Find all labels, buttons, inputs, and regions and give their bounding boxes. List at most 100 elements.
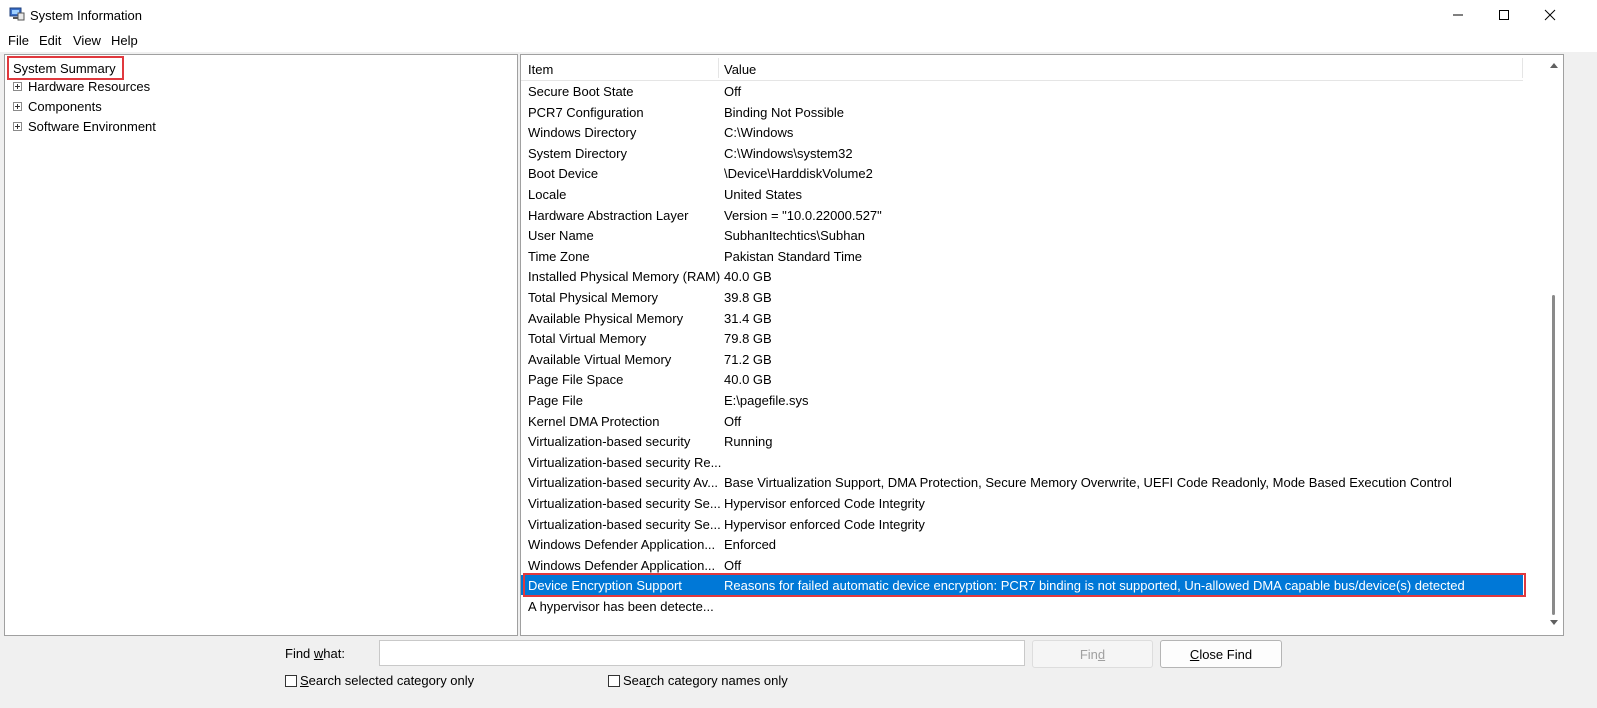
scroll-up-arrow-icon[interactable] <box>1550 63 1558 68</box>
row-item: Page File <box>528 393 583 408</box>
column-header-value[interactable]: Value <box>724 62 756 77</box>
row-value: Binding Not Possible <box>724 104 844 120</box>
minimize-icon <box>1453 14 1463 16</box>
row-value: C:\Windows <box>724 125 794 141</box>
table-row[interactable]: Virtualization-based security Av... Base … <box>521 472 1523 492</box>
tree-item-label: Components <box>28 98 102 114</box>
button-text: Fin <box>1079 646 1098 662</box>
checkbox-box[interactable] <box>285 674 297 687</box>
system-information-app-icon <box>9 7 25 21</box>
row-item: Virtualization-based security Se... <box>528 516 721 532</box>
label-text: Find <box>285 646 314 661</box>
menu-bar: File Edit View Help <box>0 30 1597 52</box>
details-list[interactable]: Item Value Secure Boot State Off PCR7 Con… <box>520 54 1564 636</box>
row-value: C:\Windows\system32 <box>724 145 853 161</box>
find-what-input[interactable] <box>379 640 1025 666</box>
scroll-thumb[interactable] <box>1552 295 1555 615</box>
find-button[interactable]: Fin d <box>1032 640 1153 668</box>
minimize-button[interactable] <box>1435 0 1481 30</box>
list-header: Item Value <box>521 55 1523 81</box>
table-row[interactable]: A hypervisor has been detecte... <box>521 596 1523 616</box>
menu-help[interactable]: Help <box>109 33 140 48</box>
menu-edit[interactable]: Edit <box>37 33 63 48</box>
row-value: 39.8 GB <box>724 290 772 305</box>
table-row[interactable]: Locale United States <box>521 184 1523 204</box>
table-row[interactable]: Kernel DMA Protection Off <box>521 411 1523 431</box>
column-divider[interactable] <box>718 58 719 78</box>
row-item: User Name <box>528 228 594 244</box>
table-row[interactable]: System Directory C:\Windows\system32 <box>521 143 1523 163</box>
row-value: 40.0 GB <box>724 372 772 388</box>
table-row[interactable]: Windows Defender Application... Off <box>521 555 1523 575</box>
close-find-button[interactable]: Close Find <box>1160 640 1282 668</box>
table-row[interactable]: Virtualization-based security Re... <box>521 452 1523 472</box>
label-text: hat: <box>323 646 345 661</box>
table-row[interactable]: Time Zone Pakistan Standard Time <box>521 246 1523 266</box>
row-item: Available Physical Memory <box>528 310 684 326</box>
button-access-key: d <box>1097 646 1106 662</box>
row-value: Enforced <box>724 537 777 553</box>
row-item: Locale <box>528 187 567 202</box>
table-row[interactable]: User Name SubhanItechtics\Subhan <box>521 225 1523 245</box>
row-item: Device Encryption Support <box>528 578 682 594</box>
row-item: Installed Physical Memory (RAM) <box>528 269 721 285</box>
table-row[interactable]: Available Physical Memory 31.4 GB <box>521 308 1523 328</box>
row-value: Pakistan Standard Time <box>724 248 863 264</box>
table-row[interactable]: PCR7 Configuration Binding Not Possible <box>521 102 1523 122</box>
tree-item-components[interactable]: Components <box>13 97 102 115</box>
checkbox-box[interactable] <box>608 674 620 687</box>
category-tree[interactable]: System Summary Hardware Resources Compon… <box>4 54 518 636</box>
tree-item-label: Software Environment <box>28 118 156 134</box>
table-row[interactable]: Total Physical Memory 39.8 GB <box>521 287 1523 307</box>
table-row[interactable]: Page File Space 40.0 GB <box>521 369 1523 389</box>
table-row[interactable]: Hardware Abstraction Layer Version = "10.… <box>521 205 1523 225</box>
checkbox-label: Search category names only <box>623 673 788 688</box>
table-row[interactable]: Virtualization-based security Se... Hyper… <box>521 493 1523 513</box>
tree-item-hardware-resources[interactable]: Hardware Resources <box>13 77 150 95</box>
table-row[interactable]: Secure Boot State Off <box>521 81 1523 101</box>
table-row[interactable]: Available Virtual Memory 71.2 GB <box>521 349 1523 369</box>
label-text: earch selected category only <box>308 673 475 688</box>
column-divider[interactable] <box>1522 58 1523 78</box>
row-item: A hypervisor has been detecte... <box>528 599 714 614</box>
expand-plus-icon[interactable] <box>13 101 22 111</box>
table-row[interactable]: Windows Defender Application... Enforced <box>521 534 1523 554</box>
row-value: Off <box>724 84 742 99</box>
row-item: Virtualization-based security <box>528 434 691 450</box>
title-bar[interactable]: System Information <box>0 0 1597 30</box>
row-value: SubhanItechtics\Subhan <box>724 228 865 244</box>
table-row[interactable]: Page File E:\pagefile.sys <box>521 390 1523 410</box>
row-value: Off <box>724 413 742 429</box>
close-icon <box>1544 9 1556 21</box>
row-item: Hardware Abstraction Layer <box>528 207 689 223</box>
menu-view[interactable]: View <box>71 33 103 48</box>
label-access-key: S <box>300 673 309 688</box>
table-row[interactable]: Virtualization-based security Running <box>521 431 1523 451</box>
row-item: System Directory <box>528 145 627 161</box>
button-text: lose Find <box>1199 646 1253 662</box>
search-category-names-checkbox[interactable]: Search category names only <box>608 673 788 688</box>
vertical-scrollbar[interactable] <box>1544 55 1563 635</box>
table-row[interactable]: Boot Device \Device\HarddiskVolume2 <box>521 163 1523 183</box>
row-value: Hypervisor enforced Code Integrity <box>724 496 925 511</box>
table-row-selected[interactable]: Device Encryption Support Reasons for fai… <box>521 575 1523 596</box>
table-row[interactable]: Installed Physical Memory (RAM) 40.0 GB <box>521 266 1523 286</box>
row-item: PCR7 Configuration <box>528 104 644 120</box>
column-header-item[interactable]: Item <box>528 62 553 77</box>
label-text: ch category names only <box>650 673 788 688</box>
search-selected-category-checkbox[interactable]: Search selected category only <box>285 673 474 688</box>
table-row[interactable]: Total Virtual Memory 79.8 GB <box>521 328 1523 348</box>
maximize-button[interactable] <box>1481 0 1527 30</box>
expand-plus-icon[interactable] <box>13 121 22 131</box>
menu-file[interactable]: File <box>6 33 31 48</box>
table-row[interactable]: Virtualization-based security Se... Hyper… <box>521 514 1523 534</box>
scroll-down-arrow-icon[interactable] <box>1550 620 1558 625</box>
row-value: Version = "10.0.22000.527" <box>724 207 882 223</box>
row-value: 71.2 GB <box>724 351 772 367</box>
row-item: Virtualization-based security Re... <box>528 454 722 470</box>
tree-item-software-environment[interactable]: Software Environment <box>13 117 156 135</box>
close-button[interactable] <box>1527 0 1573 30</box>
expand-plus-icon[interactable] <box>13 81 22 91</box>
table-row[interactable]: Windows Directory C:\Windows <box>521 122 1523 142</box>
row-item: Kernel DMA Protection <box>528 413 660 429</box>
